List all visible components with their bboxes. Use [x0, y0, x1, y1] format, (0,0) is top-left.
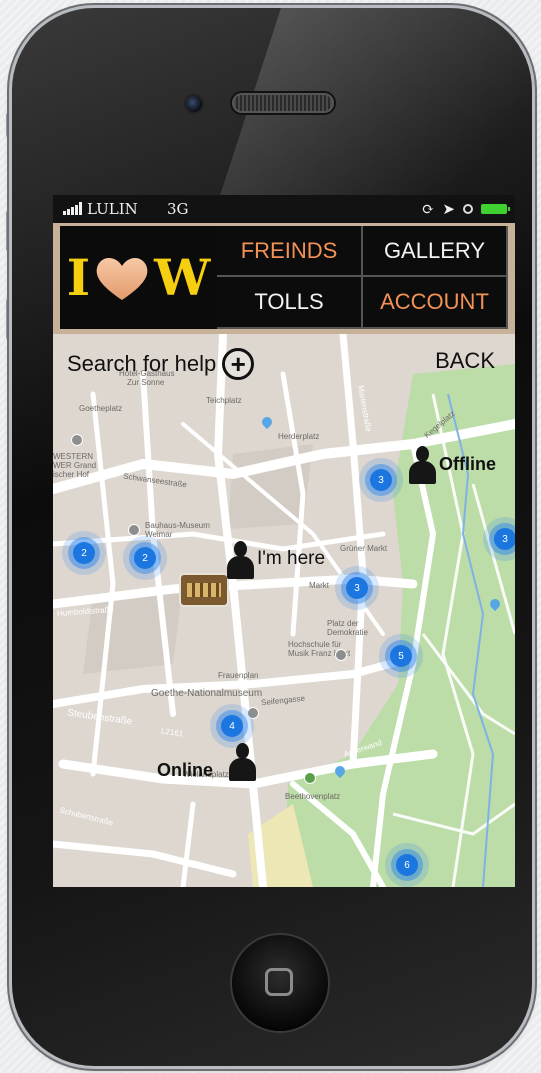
- current-user-label: I'm here: [257, 548, 326, 569]
- earpiece-speaker: [232, 93, 334, 113]
- logo-letter-i: I: [66, 247, 91, 307]
- map-cluster-marker[interactable]: 3: [494, 528, 515, 550]
- app-logo[interactable]: I W: [60, 226, 217, 329]
- main-menu: FREINDS GALLERY TOLLS ACCOUNT: [217, 226, 508, 329]
- map-label: WER Grand: [53, 461, 97, 470]
- logo-letter-w: W: [154, 247, 211, 307]
- map-label: Demokratie: [327, 628, 368, 637]
- app-screen: LULIN 3G ⟳ ➤ I W FREINDS GALLERY TOLLS A…: [53, 195, 515, 887]
- location-arrow-icon: ➤: [442, 200, 455, 218]
- map-cluster-marker[interactable]: 2: [73, 542, 95, 564]
- offline-user-icon[interactable]: [408, 446, 436, 484]
- map-cluster-marker[interactable]: 5: [390, 645, 412, 667]
- offline-user-label: Offline: [439, 454, 496, 474]
- map-cluster-marker[interactable]: 3: [346, 577, 368, 599]
- map-label: Bauhaus-Museum: [145, 521, 210, 530]
- museum-photo-thumbnail[interactable]: [181, 575, 227, 605]
- map-cluster-marker[interactable]: 4: [221, 715, 243, 737]
- online-user-icon[interactable]: [228, 743, 256, 781]
- map-label: Markt: [309, 581, 329, 590]
- signal-bars-icon: [63, 202, 82, 215]
- carrier-name: LULIN: [87, 200, 138, 218]
- heart-icon: [96, 257, 148, 300]
- battery-icon: [481, 204, 510, 214]
- menu-gallery-button[interactable]: GALLERY: [363, 226, 508, 277]
- search-for-help-label: Search for help: [67, 351, 217, 376]
- map-label: Teichplatz: [206, 396, 242, 405]
- home-square-icon: [265, 968, 293, 996]
- status-bar: LULIN 3G ⟳ ➤: [53, 195, 515, 223]
- search-for-help-button[interactable]: Search for help +: [67, 348, 255, 380]
- plus-circle-icon: +: [222, 348, 255, 380]
- map-cluster-marker[interactable]: 3: [370, 469, 392, 491]
- map-label: Herderplatz: [278, 432, 320, 441]
- online-user-label: Online: [157, 760, 214, 780]
- museum-poi-icon: [128, 524, 140, 536]
- menu-account-button[interactable]: ACCOUNT: [363, 277, 508, 329]
- poi-marker-icon: [71, 434, 83, 446]
- park-poi-icon: [304, 772, 316, 784]
- map-label: WESTERN: [53, 452, 93, 461]
- menu-tolls-button[interactable]: TOLLS: [217, 277, 363, 329]
- map-cluster-marker[interactable]: 2: [134, 547, 156, 569]
- map-label: Grüner Markt: [340, 544, 388, 553]
- back-button[interactable]: BACK: [435, 348, 495, 374]
- map-label: Beethovenplatz: [285, 792, 341, 801]
- poi-marker-icon: [335, 649, 347, 661]
- front-camera: [186, 96, 202, 112]
- alarm-icon: [463, 204, 473, 214]
- map-label: Goethe-Nationalmuseum: [151, 688, 263, 699]
- map-label: Hochschule für: [288, 640, 342, 649]
- map-label: Goetheplatz: [79, 404, 123, 413]
- map-label: Frauenplan: [218, 671, 259, 680]
- map-label: ischer Hof: [53, 470, 90, 479]
- app-header: I W FREINDS GALLERY TOLLS ACCOUNT: [53, 223, 515, 334]
- poi-marker-icon: [247, 707, 259, 719]
- map-label: Weimar: [145, 530, 173, 539]
- network-type: 3G: [167, 200, 189, 218]
- map-view[interactable]: Hotel-Gasthaus Zur Sonne Goetheplatz Tei…: [53, 334, 515, 887]
- rotation-lock-icon: ⟳: [421, 200, 435, 218]
- map-label: Platz der: [327, 619, 359, 628]
- menu-friends-button[interactable]: FREINDS: [217, 226, 363, 277]
- home-button[interactable]: [232, 935, 328, 1031]
- current-user-icon[interactable]: [226, 541, 254, 579]
- map-cluster-marker[interactable]: 6: [396, 854, 418, 876]
